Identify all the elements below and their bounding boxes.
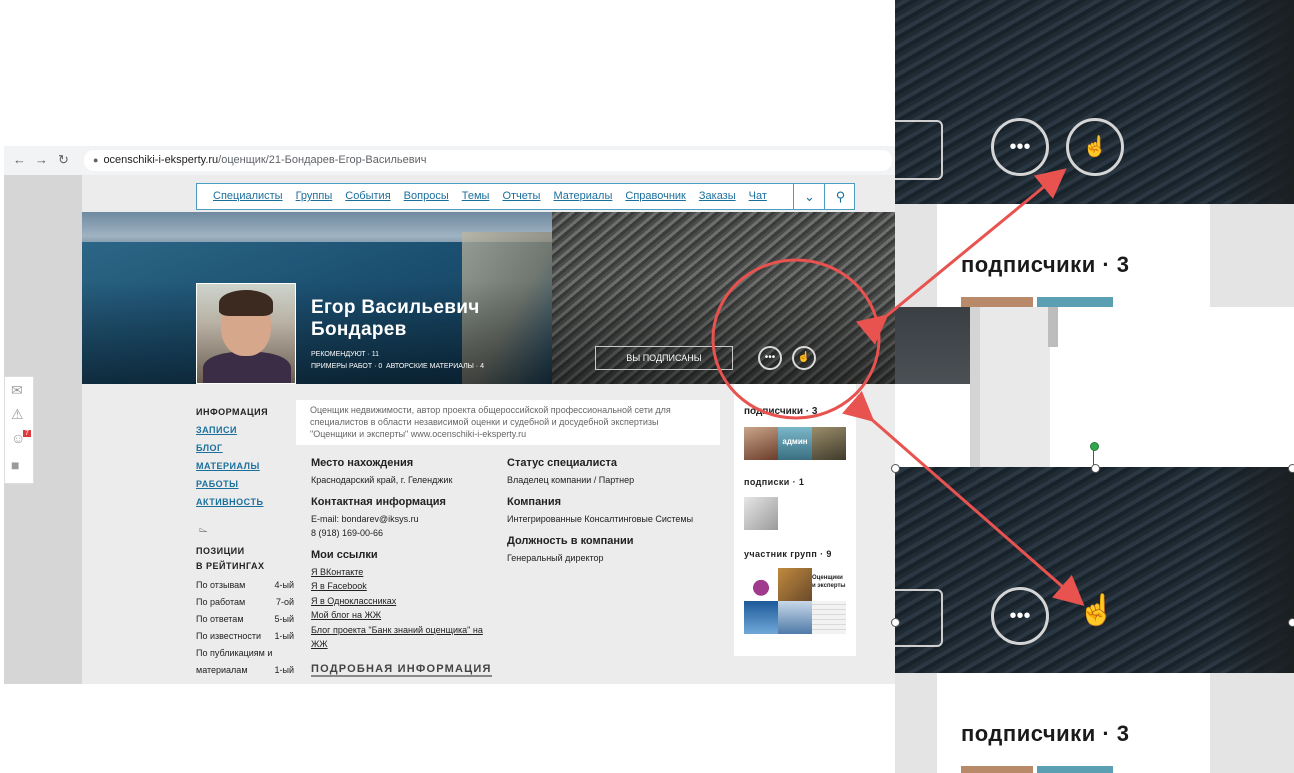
annotation-circle — [711, 258, 881, 420]
annotation-overlay — [711, 168, 1085, 606]
annotation-arrow-up — [855, 168, 1067, 345]
annotation-arrow-down — [842, 390, 1085, 606]
